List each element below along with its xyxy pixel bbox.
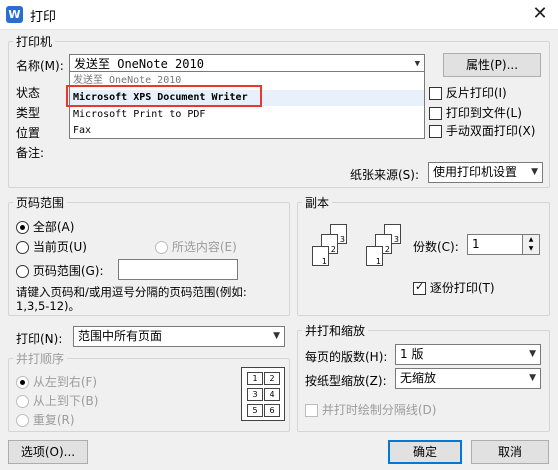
order-cell: 5 bbox=[247, 404, 263, 417]
chevron-down-icon: ▼ bbox=[529, 373, 536, 383]
printer-name-value: 发送至 OneNote 2010 bbox=[74, 57, 204, 71]
reverse-print-option[interactable]: 反片打印(I) bbox=[429, 84, 507, 101]
status-label: 状态 bbox=[16, 86, 41, 100]
pages-per-sheet-label: 每页的版数(H): bbox=[305, 350, 388, 364]
manual-duplex-label: 手动双面打印(X) bbox=[445, 124, 536, 138]
order-ttb-radio bbox=[16, 395, 29, 408]
order-repeat-radio bbox=[16, 414, 29, 427]
copies-count-input[interactable]: 1 bbox=[467, 234, 523, 255]
copies-group-label: 副本 bbox=[305, 196, 330, 210]
draw-borders-option: 并打时绘制分隔线(D) bbox=[305, 401, 436, 418]
range-selection-radio bbox=[155, 241, 168, 254]
close-icon[interactable]: ✕ bbox=[526, 2, 554, 26]
printer-group-label: 打印机 bbox=[16, 35, 53, 49]
order-ttb-option: 从上到下(B) bbox=[16, 392, 98, 409]
order-group-label: 并打顺序 bbox=[16, 352, 65, 366]
range-all-option[interactable]: 全部(A) bbox=[16, 218, 74, 235]
page-range-hint-2: 1,3,5-12)。 bbox=[16, 299, 81, 313]
print-to-file-label: 打印到文件(L) bbox=[445, 106, 522, 120]
range-current-radio[interactable] bbox=[16, 241, 29, 254]
order-cell: 2 bbox=[264, 372, 280, 385]
location-label: 位置 bbox=[16, 126, 41, 140]
range-selection-option: 所选内容(E) bbox=[155, 238, 237, 255]
range-current-option[interactable]: 当前页(U) bbox=[16, 238, 87, 255]
title-bar: W 打印 ✕ bbox=[0, 0, 558, 30]
paper-source-label: 纸张来源(S): bbox=[350, 168, 420, 182]
range-pages-radio[interactable] bbox=[16, 265, 29, 278]
collate-label: 逐份打印(T) bbox=[429, 281, 495, 295]
highlight-box bbox=[66, 85, 262, 107]
order-cell: 6 bbox=[264, 404, 280, 417]
pages-per-sheet-value: 1 版 bbox=[400, 347, 424, 361]
order-ltr-option: 从左到右(F) bbox=[16, 373, 97, 390]
print-what-value: 范围中所有页面 bbox=[78, 329, 163, 343]
order-cell: 1 bbox=[247, 372, 263, 385]
order-cell: 4 bbox=[264, 388, 280, 401]
range-all-radio[interactable] bbox=[16, 221, 29, 234]
type-label: 类型 bbox=[16, 106, 41, 120]
app-icon: W bbox=[6, 6, 23, 23]
range-all-label: 全部(A) bbox=[32, 220, 75, 234]
chevron-down-icon: ▼ bbox=[529, 349, 536, 359]
print-what-select[interactable]: 范围中所有页面 ▼ bbox=[73, 326, 285, 347]
page-range-input[interactable] bbox=[118, 259, 238, 280]
order-repeat-label: 重复(R) bbox=[32, 413, 75, 427]
reverse-print-label: 反片打印(I) bbox=[445, 86, 507, 100]
manual-duplex-option[interactable]: 手动双面打印(X) bbox=[429, 122, 535, 139]
collate-pages-icon-2: 3 2 1 bbox=[366, 224, 416, 288]
printer-option-pdf[interactable]: Microsoft Print to PDF bbox=[73, 107, 205, 123]
order-preview: 1 2 3 4 5 6 bbox=[241, 367, 285, 421]
print-what-label: 打印(N): bbox=[16, 332, 63, 346]
range-selection-label: 所选内容(E) bbox=[171, 240, 237, 254]
printer-option-fax[interactable]: Fax bbox=[73, 123, 91, 139]
copies-count-label: 份数(C): bbox=[413, 240, 459, 254]
properties-button[interactable]: 属性(P)... bbox=[443, 53, 541, 77]
pages-per-sheet-select[interactable]: 1 版 ▼ bbox=[395, 344, 541, 365]
scale-value: 无缩放 bbox=[400, 371, 437, 385]
print-to-file-option[interactable]: 打印到文件(L) bbox=[429, 104, 522, 121]
collate-checkbox[interactable] bbox=[413, 280, 426, 295]
paper-source-select[interactable]: 使用打印机设置 ▼ bbox=[428, 162, 543, 183]
scale-select[interactable]: 无缩放 ▼ bbox=[395, 368, 541, 389]
range-pages-label: 页码范围(G): bbox=[32, 264, 104, 278]
range-pages-option[interactable]: 页码范围(G): bbox=[16, 262, 104, 279]
draw-borders-checkbox bbox=[305, 404, 318, 417]
zoom-group-label: 并打和缩放 bbox=[305, 324, 366, 338]
ok-button[interactable]: 确定 bbox=[388, 440, 462, 464]
order-repeat-option: 重复(R) bbox=[16, 411, 75, 428]
order-cell: 3 bbox=[247, 388, 263, 401]
copies-spinner[interactable]: ▲ ▼ bbox=[523, 234, 540, 255]
reverse-print-checkbox[interactable] bbox=[429, 87, 442, 100]
printer-name-label: 名称(M): bbox=[16, 59, 64, 73]
order-ltr-radio bbox=[16, 376, 29, 389]
manual-duplex-checkbox[interactable] bbox=[429, 125, 442, 138]
cancel-button[interactable]: 取消 bbox=[471, 440, 549, 464]
order-ltr-label: 从左到右(F) bbox=[32, 375, 98, 389]
paper-source-value: 使用打印机设置 bbox=[433, 165, 518, 179]
collate-pages-icon: 3 2 1 bbox=[312, 224, 362, 288]
range-current-label: 当前页(U) bbox=[32, 240, 87, 254]
order-ttb-label: 从上到下(B) bbox=[32, 394, 99, 408]
page-range-group-label: 页码范围 bbox=[16, 196, 65, 210]
scale-label: 按纸型缩放(Z): bbox=[305, 374, 387, 388]
chevron-down-icon: ▼ bbox=[531, 167, 538, 177]
draw-borders-label: 并打时绘制分隔线(D) bbox=[321, 403, 437, 417]
comment-label: 备注: bbox=[16, 146, 45, 160]
print-to-file-checkbox[interactable] bbox=[429, 107, 442, 120]
collate-option[interactable]: 逐份打印(T) bbox=[413, 279, 495, 296]
chevron-down-icon: ▼ bbox=[273, 331, 280, 341]
window-title: 打印 bbox=[30, 10, 57, 25]
options-button[interactable]: 选项(O)... bbox=[8, 440, 88, 464]
